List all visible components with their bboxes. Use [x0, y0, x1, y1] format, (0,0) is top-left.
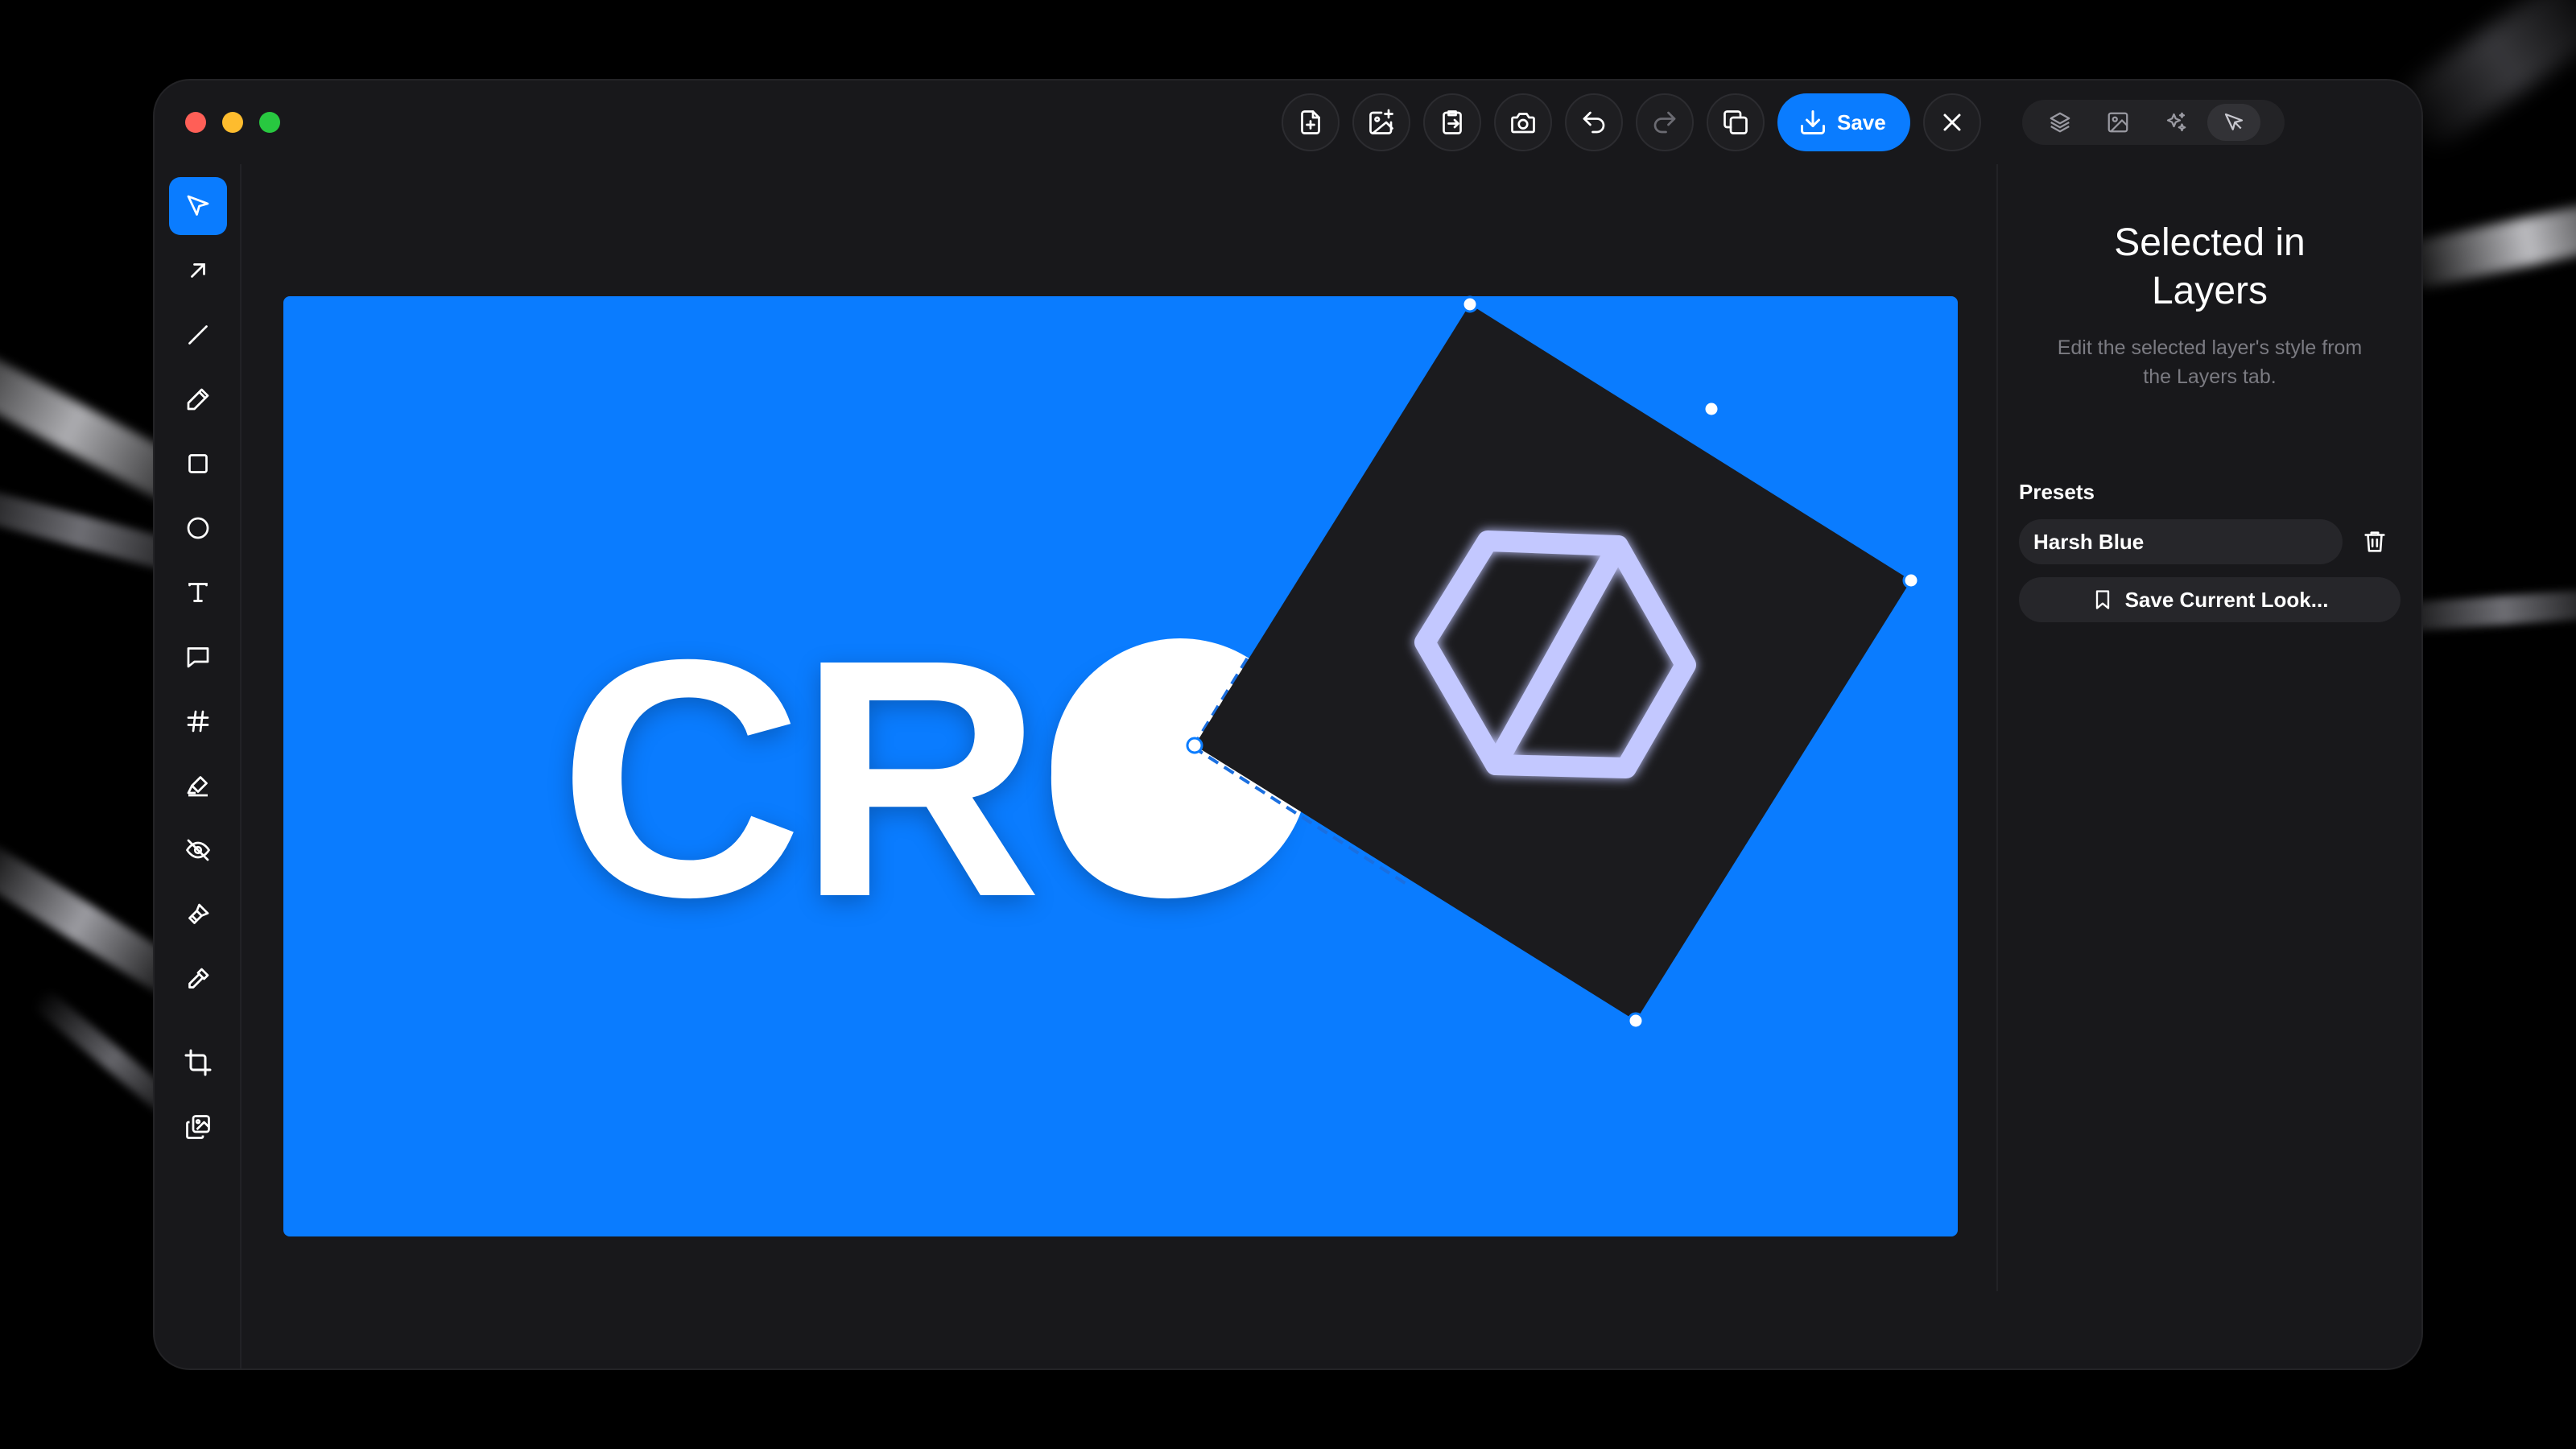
- tab-image[interactable]: [2091, 104, 2145, 141]
- undo-icon: [1583, 111, 1605, 134]
- camera-icon: [1511, 113, 1535, 134]
- layers-icon: [2050, 112, 2070, 133]
- export-icon: [1443, 110, 1462, 134]
- canvas-text[interactable]: CRO: [559, 610, 1300, 948]
- image-icon: [2107, 112, 2128, 133]
- brush-icon: [188, 903, 209, 924]
- ellipse-icon: [187, 517, 209, 539]
- left-divider: [240, 164, 242, 1368]
- crop-icon: [184, 1049, 212, 1076]
- crop-tool[interactable]: [169, 1034, 227, 1092]
- save-button[interactable]: Save: [1777, 93, 1910, 151]
- tab-layers[interactable]: [2033, 104, 2087, 141]
- preset-row: Harsh Blue: [2019, 519, 2401, 564]
- trash-icon: [2364, 531, 2385, 552]
- new-file-icon: [1301, 110, 1320, 134]
- undo-button[interactable]: [1565, 93, 1623, 151]
- redo-icon: [1653, 111, 1676, 134]
- bookmark-icon: [2095, 590, 2109, 609]
- maximize-window-button[interactable]: [259, 112, 280, 133]
- close-icon: [1943, 114, 1961, 131]
- save-current-look-button[interactable]: Save Current Look...: [2019, 577, 2401, 622]
- properties-panel: Selected in Layers Edit the selected lay…: [2019, 219, 2401, 622]
- comment-icon: [187, 647, 209, 668]
- blur-tool[interactable]: [169, 821, 227, 879]
- canvas[interactable]: CRO: [283, 296, 1958, 1236]
- image-layers-tool[interactable]: [169, 1098, 227, 1156]
- line-tool[interactable]: [169, 306, 227, 364]
- save-label: Save: [1837, 109, 1886, 134]
- hashtag-tool[interactable]: [169, 692, 227, 750]
- copy-button[interactable]: [1707, 93, 1765, 151]
- panel-subtitle: Edit the selected layer's style from the…: [2057, 336, 2363, 388]
- close-button[interactable]: [1922, 93, 1981, 151]
- save-look-label: Save Current Look...: [2124, 587, 2329, 612]
- tab-style[interactable]: [2207, 104, 2260, 141]
- panel-title: Selected in Layers: [2114, 221, 2306, 312]
- redo-button[interactable]: [1636, 93, 1694, 151]
- comment-tool[interactable]: [169, 628, 227, 686]
- add-image-icon: [1369, 109, 1393, 134]
- rectangle-tool[interactable]: [169, 435, 227, 493]
- arrow-tool[interactable]: [169, 242, 227, 299]
- new-file-button[interactable]: [1282, 93, 1340, 151]
- delete-preset-button[interactable]: [2352, 519, 2397, 564]
- hashtag-icon: [187, 710, 209, 733]
- effects-icon: [2166, 112, 2186, 132]
- text-tool[interactable]: [169, 564, 227, 621]
- download-icon: [1801, 110, 1825, 134]
- add-image-button[interactable]: [1352, 93, 1410, 151]
- select-icon: [187, 195, 209, 216]
- tab-effects[interactable]: [2149, 104, 2202, 141]
- presets-label: Presets: [2019, 480, 2095, 504]
- background-streak: [2396, 191, 2576, 292]
- top-toolbar: Save: [1282, 93, 1981, 151]
- app-window: Save CRO Selected in Layers Edit the sel…: [155, 80, 2421, 1368]
- screenshot-button[interactable]: [1494, 93, 1552, 151]
- ellipse-tool[interactable]: [169, 499, 227, 557]
- highlighter-icon: [187, 776, 208, 797]
- copy-icon: [1724, 110, 1748, 134]
- pencil-tool[interactable]: [169, 370, 227, 428]
- tools-sidebar: [169, 177, 227, 1162]
- highlighter-tool[interactable]: [169, 757, 227, 815]
- rectangle-icon: [188, 454, 208, 473]
- right-divider: [1996, 164, 1998, 1291]
- image-layers-icon: [186, 1115, 210, 1139]
- line-icon: [188, 325, 208, 345]
- select-tool[interactable]: [169, 177, 227, 235]
- style-icon: [2224, 113, 2244, 130]
- export-button[interactable]: [1423, 93, 1481, 151]
- brush-tool[interactable]: [169, 886, 227, 943]
- preset-item[interactable]: Harsh Blue: [2019, 519, 2343, 564]
- eyedropper-icon: [188, 968, 209, 989]
- minimize-window-button[interactable]: [222, 112, 243, 133]
- pencil-icon: [187, 388, 209, 411]
- sidebar-tabs: [2022, 100, 2285, 145]
- blur-icon: [185, 839, 211, 861]
- text-icon: [188, 583, 208, 602]
- arrow-icon: [191, 263, 205, 278]
- close-window-button[interactable]: [185, 112, 206, 133]
- eyedropper-tool[interactable]: [169, 950, 227, 1008]
